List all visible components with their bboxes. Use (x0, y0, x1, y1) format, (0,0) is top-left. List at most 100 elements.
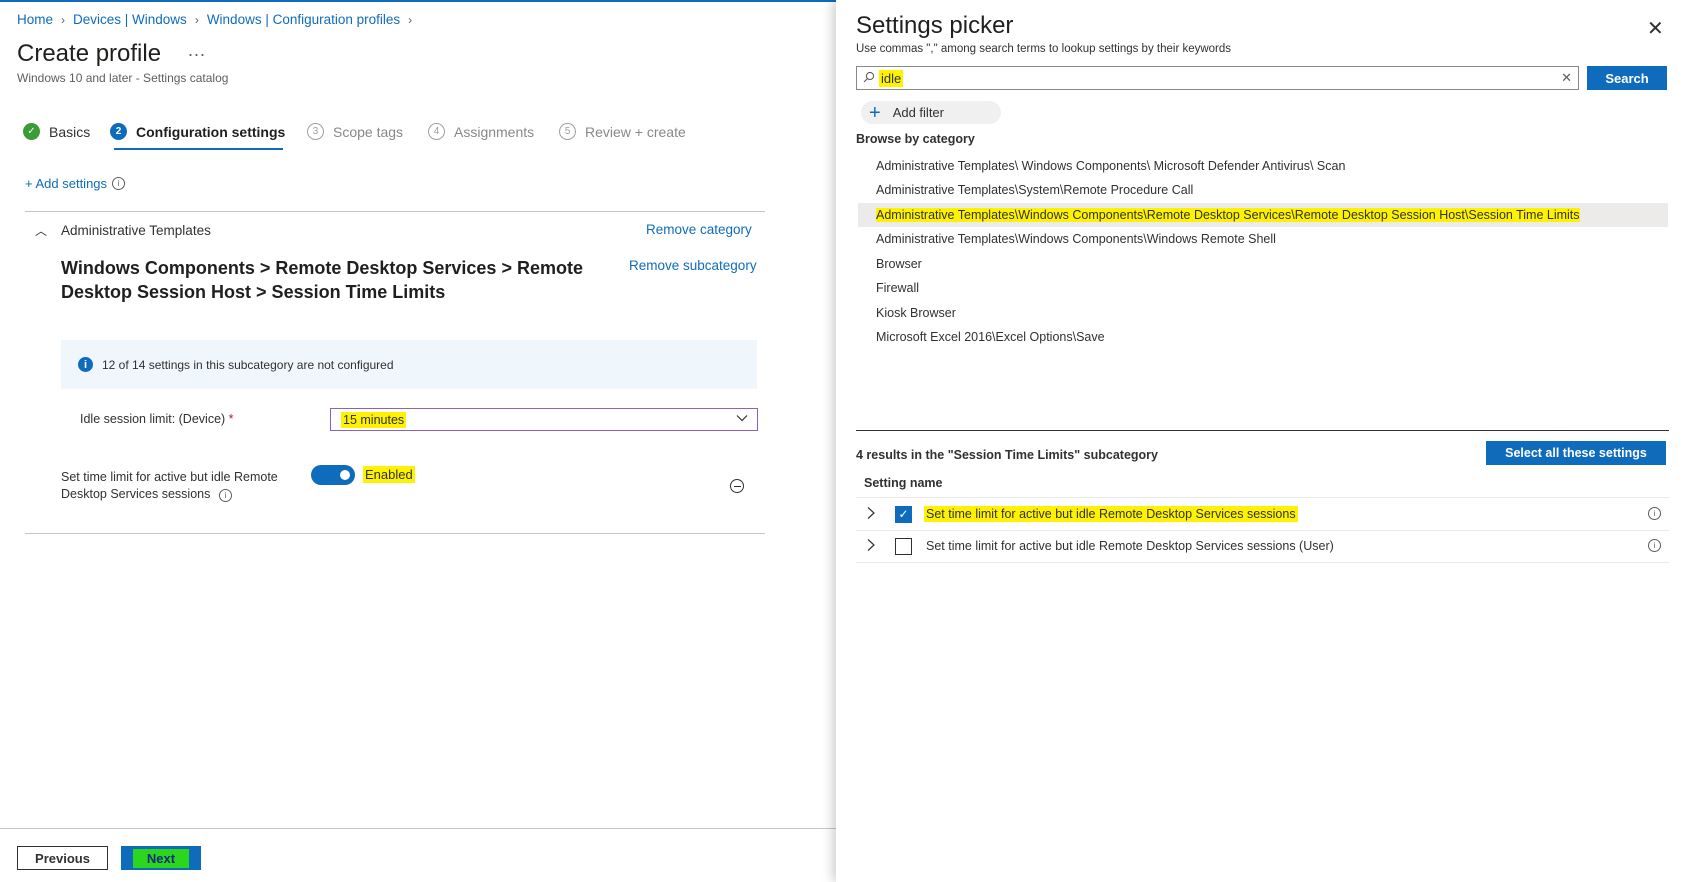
chevron-down-icon (735, 411, 749, 428)
active-step-indicator (114, 148, 283, 150)
category-name: Administrative Templates (61, 223, 211, 238)
add-filter-button[interactable]: + Add filter (861, 101, 1001, 124)
idle-session-limit-label: Idle session limit: (Device) * (80, 412, 234, 426)
search-icon (863, 71, 875, 86)
breadcrumb-home[interactable]: Home (17, 12, 53, 27)
category-item-label: Microsoft Excel 2016\Excel Options\Save (876, 330, 1105, 344)
step-label: Configuration settings (136, 123, 286, 140)
breadcrumb-devices-windows[interactable]: Devices | Windows (73, 12, 187, 27)
info-icon[interactable]: i (218, 489, 232, 502)
search-query: idle (879, 69, 904, 87)
info-icon: i (78, 357, 93, 372)
table-row: Set time limit for active but idle Remot… (856, 530, 1669, 562)
page-subtitle: Windows 10 and later - Settings catalog (17, 71, 229, 85)
close-icon[interactable]: ✕ (1647, 16, 1664, 41)
category-item[interactable]: Administrative Templates\Windows Compone… (858, 227, 1668, 251)
category-item-selected[interactable]: Administrative Templates\Windows Compone… (858, 203, 1668, 227)
footer-divider (0, 828, 836, 829)
step-number: 4 (428, 123, 445, 140)
step-number: 3 (307, 123, 324, 140)
toggle-label-text: Set time limit for active but idle Remot… (61, 470, 278, 501)
next-button-label: Next (132, 848, 190, 868)
step-basics[interactable]: ✓ Basics (23, 123, 90, 140)
category-item[interactable]: Browser (858, 252, 1668, 276)
active-idle-limit-label: Set time limit for active but idle Remot… (61, 469, 301, 503)
category-header[interactable]: ︿ Administrative Templates (35, 222, 211, 239)
dropdown-selected-value: 15 minutes (341, 411, 407, 428)
results-count-label: 4 results in the "Session Time Limits" s… (856, 448, 1158, 462)
category-item-label: Firewall (876, 281, 920, 295)
setting-name: Set time limit for active but idle Remot… (926, 539, 1334, 553)
idle-label-text: Idle session limit: (Device) (80, 412, 226, 426)
setting-name: Set time limit for active but idle Remot… (924, 506, 1298, 522)
panel-subtitle: Use commas "," among search terms to loo… (856, 43, 1232, 55)
add-settings-link[interactable]: + Add settings i (25, 176, 126, 191)
add-filter-label: Add filter (892, 105, 944, 120)
chevron-right-icon: › (194, 12, 199, 27)
toggle-state-label: Enabled (363, 466, 415, 483)
info-message-bar: i 12 of 14 settings in this subcategory … (61, 340, 757, 389)
next-button[interactable]: Next (121, 846, 201, 870)
column-header-setting-name[interactable]: Setting name (864, 476, 943, 490)
info-icon[interactable]: i (1648, 507, 1661, 520)
divider (25, 533, 765, 534)
step-configuration-settings[interactable]: 2 Configuration settings (110, 123, 285, 140)
more-options-icon[interactable]: ... (188, 40, 206, 61)
panel-divider (856, 430, 1669, 431)
chevron-right-icon[interactable] (866, 506, 878, 523)
step-label: Scope tags (333, 123, 404, 140)
remove-subcategory-link[interactable]: Remove subcategory (629, 258, 757, 273)
required-marker: * (228, 412, 234, 426)
step-number: 2 (110, 123, 127, 140)
table-row: ✓ Set time limit for active but idle Rem… (856, 498, 1669, 530)
browse-by-category-label: Browse by category (856, 132, 975, 146)
toggle-knob (340, 470, 350, 480)
plus-icon: + (869, 101, 881, 124)
step-scope-tags[interactable]: 3 Scope tags (307, 123, 403, 140)
category-item-label: Administrative Templates\ Windows Compon… (876, 159, 1346, 173)
step-number: 5 (559, 123, 576, 140)
add-settings-label[interactable]: + Add settings (25, 176, 107, 191)
setting-checkbox[interactable]: ✓ (895, 505, 912, 523)
category-item-label: Administrative Templates\Windows Compone… (876, 208, 1580, 222)
category-item[interactable]: Administrative Templates\System\Remote P… (858, 178, 1668, 202)
chevron-up-icon[interactable]: ︿ (35, 222, 47, 239)
divider (25, 211, 765, 212)
chevron-right-icon: › (408, 12, 413, 27)
breadcrumb: Home › Devices | Windows › Windows | Con… (17, 12, 420, 27)
step-label: Review + create (585, 123, 686, 140)
checkmark-icon: ✓ (23, 123, 40, 140)
step-label: Basics (49, 123, 91, 140)
category-item[interactable]: Firewall (858, 276, 1668, 300)
remove-category-link[interactable]: Remove category (646, 222, 752, 237)
setting-checkbox[interactable] (895, 537, 912, 555)
idle-session-limit-dropdown[interactable]: 15 minutes (330, 408, 758, 431)
info-icon[interactable]: i (112, 177, 126, 190)
category-item[interactable]: Kiosk Browser (858, 301, 1668, 325)
step-label: Assignments (454, 123, 535, 140)
clear-search-icon[interactable]: ✕ (1561, 70, 1572, 86)
search-input[interactable]: idle ✕ (856, 66, 1579, 90)
step-review-create[interactable]: 5 Review + create (559, 123, 686, 140)
select-all-button[interactable]: Select all these settings (1486, 441, 1666, 465)
chevron-right-icon[interactable] (866, 538, 878, 555)
category-item[interactable]: Microsoft Excel 2016\Excel Options\Save (858, 325, 1668, 349)
settings-picker-panel: Settings picker ✕ Use commas "," among s… (836, 0, 1683, 882)
category-item-label: Administrative Templates\Windows Compone… (876, 232, 1276, 246)
category-item-label: Browser (876, 257, 922, 271)
page-title: Create profile (17, 40, 162, 67)
category-item[interactable]: Administrative Templates\ Windows Compon… (858, 154, 1668, 178)
panel-title: Settings picker (856, 12, 1014, 39)
subcategory-title: Windows Components > Remote Desktop Serv… (61, 258, 583, 302)
chevron-right-icon: › (61, 12, 66, 27)
category-item-label: Administrative Templates\System\Remote P… (876, 183, 1194, 197)
remove-setting-icon[interactable] (730, 479, 744, 493)
step-assignments[interactable]: 4 Assignments (428, 123, 534, 140)
search-button[interactable]: Search (1587, 66, 1667, 90)
previous-button[interactable]: Previous (17, 846, 108, 870)
breadcrumb-configuration-profiles[interactable]: Windows | Configuration profiles (207, 12, 400, 27)
active-idle-limit-toggle[interactable] (311, 465, 355, 485)
info-icon[interactable]: i (1648, 539, 1661, 552)
info-message: 12 of 14 settings in this subcategory ar… (102, 357, 394, 372)
category-item-label: Kiosk Browser (876, 306, 956, 320)
